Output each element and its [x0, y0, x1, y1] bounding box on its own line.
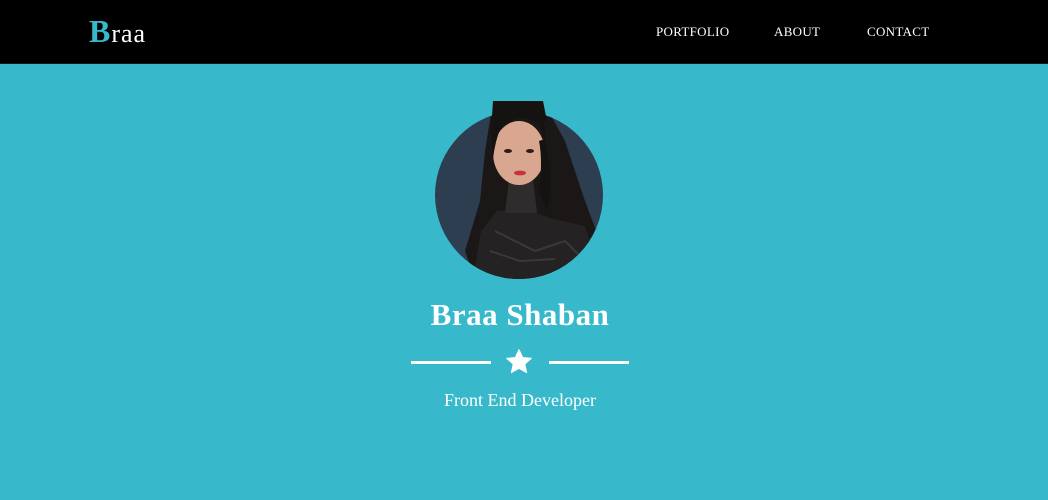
divider-line-left	[411, 361, 491, 364]
profile-photo	[465, 101, 603, 279]
nav-links: PORTFOLIO ABOUT CONTACT	[0, 24, 1048, 40]
nav-link-portfolio[interactable]: PORTFOLIO	[656, 24, 729, 40]
nav-link-contact[interactable]: CONTACT	[867, 24, 929, 40]
navbar: Braa PORTFOLIO ABOUT CONTACT	[0, 0, 1048, 64]
profile-name: Braa Shaban	[430, 297, 610, 332]
avatar	[435, 101, 605, 279]
nav-link-about[interactable]: ABOUT	[774, 24, 820, 40]
divider-line-right	[549, 361, 629, 364]
star-divider	[411, 346, 629, 376]
hero-section: Braa Shaban Front End Developer	[0, 64, 1048, 500]
profile-role: Front End Developer	[444, 390, 596, 410]
star-icon	[506, 349, 532, 374]
